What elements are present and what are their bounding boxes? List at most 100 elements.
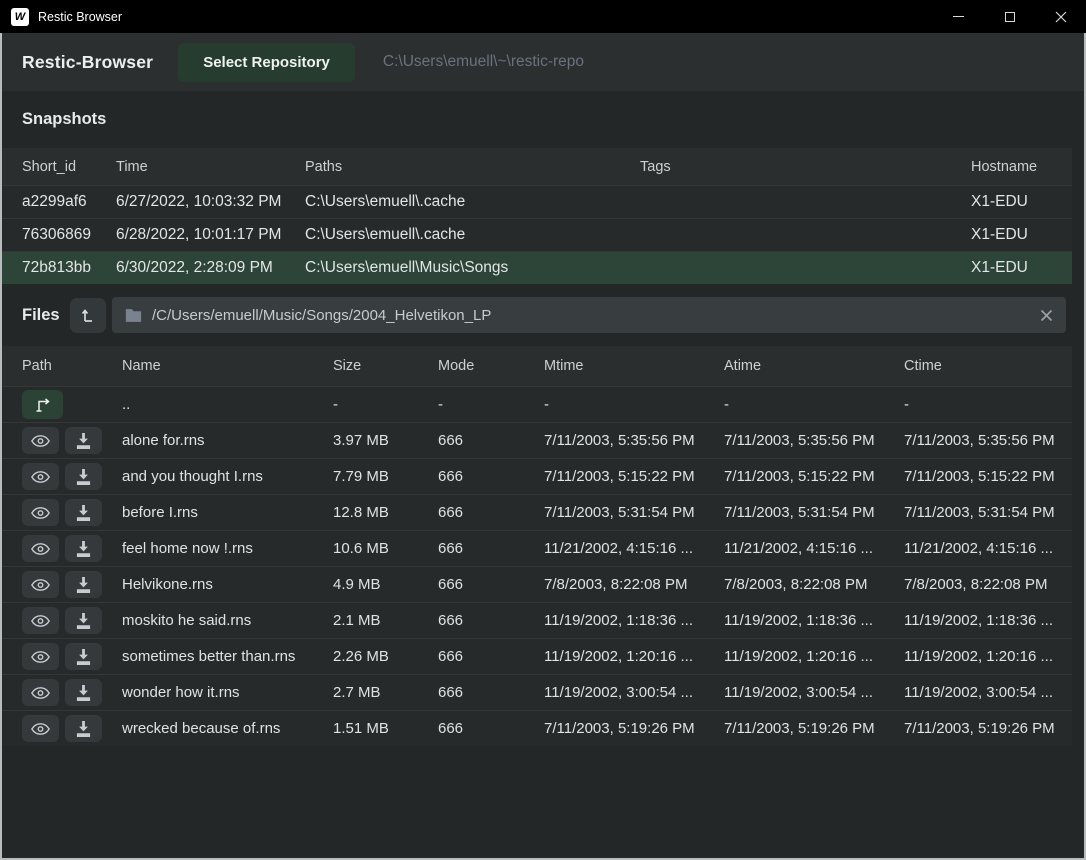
file-name: .. bbox=[122, 396, 333, 413]
file-mode: 666 bbox=[438, 540, 544, 557]
download-file-button[interactable] bbox=[65, 463, 102, 490]
file-size: - bbox=[333, 396, 438, 413]
snapshot-paths: C:\Users\emuell\.cache bbox=[305, 193, 640, 211]
preview-file-button[interactable] bbox=[22, 679, 59, 706]
file-row: moskito he said.rns2.1 MB66611/19/2002, … bbox=[2, 602, 1072, 638]
file-atime: 7/11/2003, 5:19:26 PM bbox=[724, 720, 904, 737]
file-mtime: 7/11/2003, 5:19:26 PM bbox=[544, 720, 724, 737]
download-file-button[interactable] bbox=[65, 535, 102, 562]
file-mode: 666 bbox=[438, 576, 544, 593]
column-header-size: Size bbox=[333, 358, 438, 374]
file-ctime: 11/21/2002, 4:15:16 ... bbox=[904, 540, 1072, 557]
file-name: and you thought I.rns bbox=[122, 468, 333, 485]
file-mode: 666 bbox=[438, 720, 544, 737]
window-title: Restic Browser bbox=[38, 10, 122, 24]
column-header-short-id: Short_id bbox=[22, 159, 116, 175]
download-icon bbox=[75, 721, 92, 737]
file-mtime: 11/21/2002, 4:15:16 ... bbox=[544, 540, 724, 557]
file-row: sometimes better than.rns2.26 MB66611/19… bbox=[2, 638, 1072, 674]
files-path-input[interactable]: /C/Users/emuell/Music/Songs/2004_Helveti… bbox=[112, 297, 1066, 333]
file-row: before I.rns12.8 MB6667/11/2003, 5:31:54… bbox=[2, 494, 1072, 530]
file-size: 1.51 MB bbox=[333, 720, 438, 737]
download-icon bbox=[75, 649, 92, 665]
preview-file-button[interactable] bbox=[22, 715, 59, 742]
file-name: alone for.rns bbox=[122, 432, 333, 449]
preview-file-button[interactable] bbox=[22, 571, 59, 598]
download-file-button[interactable] bbox=[65, 643, 102, 670]
file-mtime: 7/11/2003, 5:15:22 PM bbox=[544, 468, 724, 485]
close-button[interactable] bbox=[1035, 0, 1086, 33]
download-icon bbox=[75, 685, 92, 701]
file-row: wrecked because of.rns1.51 MB6667/11/200… bbox=[2, 710, 1072, 746]
file-ctime: 7/11/2003, 5:19:26 PM bbox=[904, 720, 1072, 737]
maximize-icon bbox=[1005, 12, 1015, 22]
file-ctime: 7/11/2003, 5:15:22 PM bbox=[904, 468, 1072, 485]
eye-icon bbox=[31, 470, 50, 484]
clear-path-button[interactable] bbox=[1040, 309, 1053, 322]
snapshot-hostname: X1-EDU bbox=[971, 226, 1072, 244]
eye-icon bbox=[31, 650, 50, 664]
file-size: 2.1 MB bbox=[333, 612, 438, 629]
file-atime: 7/8/2003, 8:22:08 PM bbox=[724, 576, 904, 593]
files-table-header: Path Name Size Mode Mtime Atime Ctime bbox=[2, 346, 1072, 386]
file-mode: 666 bbox=[438, 432, 544, 449]
preview-file-button[interactable] bbox=[22, 499, 59, 526]
file-mtime: 11/19/2002, 1:18:36 ... bbox=[544, 612, 724, 629]
snapshot-row-selected[interactable]: 72b813bb 6/30/2022, 2:28:09 PM C:\Users\… bbox=[2, 251, 1072, 284]
app-window: W Restic Browser Restic-Browser Select R… bbox=[0, 0, 1086, 860]
file-size: 12.8 MB bbox=[333, 504, 438, 521]
download-file-button[interactable] bbox=[65, 607, 102, 634]
snapshot-time: 6/28/2022, 10:01:17 PM bbox=[116, 226, 305, 244]
eye-icon bbox=[31, 614, 50, 628]
eye-icon bbox=[31, 686, 50, 700]
file-name: Helvikone.rns bbox=[122, 576, 333, 593]
file-mtime: 11/19/2002, 1:20:16 ... bbox=[544, 648, 724, 665]
file-mtime: 7/11/2003, 5:35:56 PM bbox=[544, 432, 724, 449]
file-ctime: 11/19/2002, 1:18:36 ... bbox=[904, 612, 1072, 629]
select-repository-button[interactable]: Select Repository bbox=[178, 43, 355, 82]
file-ctime: - bbox=[904, 396, 1072, 413]
download-file-button[interactable] bbox=[65, 571, 102, 598]
files-section-title: Files bbox=[22, 306, 70, 325]
column-header-mode: Mode bbox=[438, 358, 544, 374]
file-atime: 11/19/2002, 1:20:16 ... bbox=[724, 648, 904, 665]
preview-file-button[interactable] bbox=[22, 607, 59, 634]
window-body: Restic-Browser Select Repository C:\User… bbox=[0, 33, 1086, 860]
file-mode: 666 bbox=[438, 504, 544, 521]
file-atime: 11/21/2002, 4:15:16 ... bbox=[724, 540, 904, 557]
preview-file-button[interactable] bbox=[22, 535, 59, 562]
file-atime: 7/11/2003, 5:35:56 PM bbox=[724, 432, 904, 449]
maximize-button[interactable] bbox=[984, 0, 1035, 33]
column-header-name: Name bbox=[122, 358, 333, 374]
snapshot-short-id: 76306869 bbox=[22, 226, 116, 244]
snapshot-short-id: 72b813bb bbox=[22, 259, 116, 277]
file-ctime: 7/8/2003, 8:22:08 PM bbox=[904, 576, 1072, 593]
download-file-button[interactable] bbox=[65, 499, 102, 526]
download-file-button[interactable] bbox=[65, 679, 102, 706]
go-to-root-button[interactable] bbox=[70, 298, 106, 333]
preview-file-button[interactable] bbox=[22, 427, 59, 454]
snapshots-table-header: Short_id Time Paths Tags Hostname bbox=[2, 148, 1072, 185]
download-icon bbox=[75, 433, 92, 449]
minimize-button[interactable] bbox=[933, 0, 984, 33]
download-file-button[interactable] bbox=[65, 715, 102, 742]
snapshots-section-title: Snapshots bbox=[2, 91, 1084, 148]
app-logo-letter: W bbox=[15, 11, 25, 23]
file-name: before I.rns bbox=[122, 504, 333, 521]
repository-path: C:\Users\emuell\~\restic-repo bbox=[383, 53, 584, 71]
file-row: and you thought I.rns7.79 MB6667/11/2003… bbox=[2, 458, 1072, 494]
preview-file-button[interactable] bbox=[22, 643, 59, 670]
download-file-button[interactable] bbox=[65, 427, 102, 454]
column-header-mtime: Mtime bbox=[544, 358, 724, 374]
snapshot-row[interactable]: 76306869 6/28/2022, 10:01:17 PM C:\Users… bbox=[2, 218, 1072, 251]
go-parent-button[interactable] bbox=[22, 390, 63, 419]
file-size: 2.7 MB bbox=[333, 684, 438, 701]
preview-file-button[interactable] bbox=[22, 463, 59, 490]
file-name: feel home now !.rns bbox=[122, 540, 333, 557]
snapshot-row[interactable]: a2299af6 6/27/2022, 10:03:32 PM C:\Users… bbox=[2, 185, 1072, 218]
file-mode: - bbox=[438, 396, 544, 413]
minimize-icon bbox=[953, 16, 964, 17]
file-row: wonder how it.rns2.7 MB66611/19/2002, 3:… bbox=[2, 674, 1072, 710]
file-size: 2.26 MB bbox=[333, 648, 438, 665]
download-icon bbox=[75, 613, 92, 629]
